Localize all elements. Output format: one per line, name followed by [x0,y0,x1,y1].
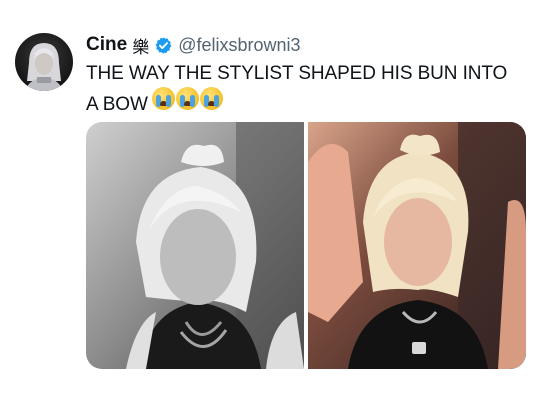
display-name[interactable]: Cine [86,34,127,56]
author-handle[interactable]: @felixsbrowni3 [178,35,300,56]
avatar-image [25,43,63,91]
tweet-text: THE WAY THE STYLIST SHAPED HIS BUN INTO … [86,60,516,118]
author-avatar[interactable] [15,33,73,91]
emoji-group [151,87,223,110]
loudly-crying-face-icon [151,87,175,110]
name-suffix: 樂 [132,37,150,58]
loudly-crying-face-icon [199,87,223,110]
tweet[interactable]: Cine 樂 @felixsbrowni3 THE WAY THE STYLIS… [0,0,540,406]
photo-color[interactable] [308,122,526,369]
loudly-crying-face-icon [175,87,199,110]
photo-bw[interactable] [86,122,304,369]
verified-badge-icon [155,36,172,54]
tweet-header: Cine 樂 @felixsbrowni3 [86,33,301,58]
tweet-body: THE WAY THE STYLIST SHAPED HIS BUN INTO … [86,63,508,115]
grayscale-photo-image [86,122,304,369]
color-photo-image [308,122,526,369]
media-grid [86,122,526,369]
